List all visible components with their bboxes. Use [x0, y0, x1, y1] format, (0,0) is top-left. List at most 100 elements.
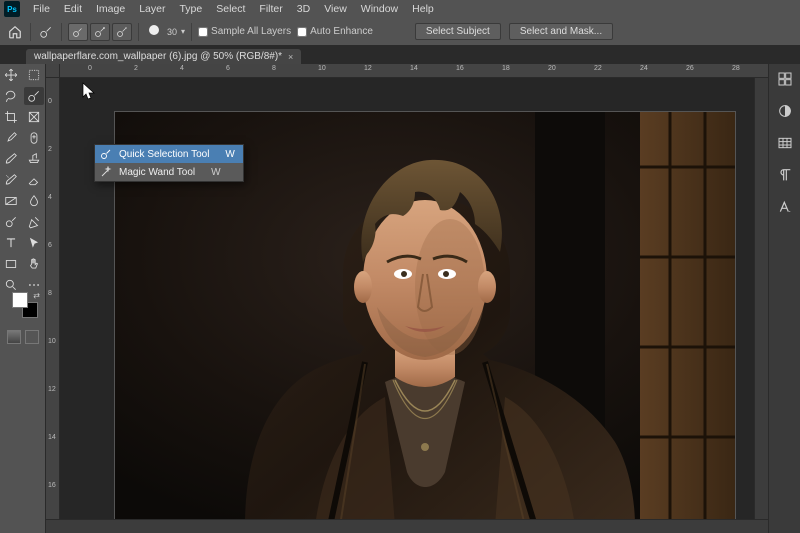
select-subject-button[interactable]: Select Subject	[415, 23, 501, 40]
document-tab-strip: wallpaperflare.com_wallpaper (6).jpg @ 5…	[0, 46, 800, 64]
ruler-vertical[interactable]: 0246810121416	[46, 78, 60, 519]
separator	[138, 23, 139, 41]
document-tab-title: wallpaperflare.com_wallpaper (6).jpg @ 5…	[34, 51, 282, 62]
tool-healing[interactable]	[24, 129, 44, 147]
scrollbar-vertical[interactable]	[754, 78, 768, 519]
foreground-color-swatch[interactable]	[12, 292, 28, 308]
menu-help[interactable]: Help	[405, 1, 441, 17]
tool-clone-stamp[interactable]	[24, 150, 44, 168]
tool-path-select[interactable]	[24, 234, 44, 252]
swap-colors-icon[interactable]: ⇄	[33, 291, 40, 300]
home-icon[interactable]	[6, 23, 24, 41]
ruler-tick-label: 14	[48, 434, 56, 441]
tool-frame[interactable]	[24, 108, 44, 126]
tool-quick-selection[interactable]	[24, 87, 44, 105]
options-bar: 30 ▾ Sample All Layers Auto Enhance Sele…	[0, 18, 800, 46]
flyout-item-quick-selection[interactable]: Quick Selection Tool W	[95, 145, 243, 163]
menu-edit[interactable]: Edit	[57, 1, 89, 17]
tool-lasso[interactable]	[1, 87, 21, 105]
ruler-tick-label: 0	[48, 98, 52, 105]
ruler-tick-label: 10	[48, 338, 56, 345]
menu-file[interactable]: File	[26, 1, 57, 17]
menu-view[interactable]: View	[317, 1, 354, 17]
menu-filter[interactable]: Filter	[252, 1, 289, 17]
brush-preset-picker[interactable]: 30 ▾	[145, 23, 185, 41]
menu-type[interactable]: Type	[172, 1, 209, 17]
tool-dodge[interactable]	[1, 213, 21, 231]
tool-crop[interactable]	[1, 108, 21, 126]
tool-eraser[interactable]	[24, 171, 44, 189]
menu-select[interactable]: Select	[209, 1, 252, 17]
mode-add-selection-button[interactable]	[90, 23, 110, 41]
quick-selection-icon	[99, 147, 113, 161]
document-tab[interactable]: wallpaperflare.com_wallpaper (6).jpg @ 5…	[26, 49, 301, 64]
menu-layer[interactable]: Layer	[132, 1, 172, 17]
ruler-tick-label: 0	[88, 65, 92, 72]
magic-wand-icon	[99, 165, 113, 179]
menu-window[interactable]: Window	[354, 1, 405, 17]
swatches-panel-icon[interactable]	[774, 132, 796, 154]
flyout-item-label: Magic Wand Tool	[119, 167, 195, 178]
sample-all-layers-checkbox[interactable]: Sample All Layers	[198, 26, 291, 37]
tool-rectangle[interactable]	[1, 255, 21, 273]
scrollbar-horizontal[interactable]	[46, 519, 768, 533]
cursor-pointer-icon	[82, 82, 96, 105]
tool-blur[interactable]	[24, 192, 44, 210]
separator	[30, 23, 31, 41]
ruler-horizontal[interactable]: 024681012141618202224262830	[46, 64, 768, 78]
ruler-tick-label: 18	[502, 65, 510, 72]
tool-pen[interactable]	[24, 213, 44, 231]
app-logo-icon: Ps	[4, 1, 20, 17]
panel-toggle-icon[interactable]	[774, 68, 796, 90]
flyout-item-magic-wand[interactable]: Magic Wand Tool W	[95, 163, 243, 181]
canvas-wrapper: 024681012141618202224262830 024681012141…	[46, 64, 768, 533]
flyout-shortcut: W	[211, 167, 220, 178]
ruler-tick-label: 6	[226, 65, 230, 72]
menu-3d[interactable]: 3D	[290, 1, 317, 17]
ruler-tick-label: 20	[548, 65, 556, 72]
chevron-down-icon: ▾	[181, 27, 185, 36]
ruler-tick-label: 2	[134, 65, 138, 72]
tool-brush[interactable]	[1, 150, 21, 168]
right-panel-rail	[768, 64, 800, 533]
brush-dot-icon	[145, 23, 163, 41]
color-swatches[interactable]: ⇄	[12, 292, 38, 318]
tool-eyedropper[interactable]	[1, 129, 21, 147]
ruler-tick-label: 6	[48, 242, 52, 249]
active-tool-icon[interactable]	[37, 23, 55, 41]
paragraph-panel-icon[interactable]	[774, 164, 796, 186]
ruler-tick-label: 2	[48, 146, 52, 153]
tool-history-brush[interactable]	[1, 171, 21, 189]
select-and-mask-button[interactable]: Select and Mask...	[509, 23, 613, 40]
close-icon[interactable]: ×	[288, 52, 293, 62]
screen-mode-icon[interactable]	[25, 330, 39, 344]
ruler-tick-label: 12	[364, 65, 372, 72]
menu-image[interactable]: Image	[89, 1, 132, 17]
ruler-tick-label: 14	[410, 65, 418, 72]
ruler-tick-label: 8	[272, 65, 276, 72]
ruler-tick-label: 16	[456, 65, 464, 72]
quick-mask-icon[interactable]	[7, 330, 21, 344]
auto-enhance-label: Auto Enhance	[310, 26, 373, 37]
separator	[191, 23, 192, 41]
ruler-tick-label: 8	[48, 290, 52, 297]
color-panel-icon[interactable]	[774, 100, 796, 122]
brush-size-value: 30	[167, 27, 177, 37]
separator	[61, 23, 62, 41]
tool-hand[interactable]	[24, 255, 44, 273]
ruler-tick-label: 10	[318, 65, 326, 72]
ruler-origin[interactable]	[46, 64, 60, 78]
tool-move[interactable]	[1, 66, 21, 84]
ruler-tick-label: 12	[48, 386, 56, 393]
auto-enhance-checkbox[interactable]: Auto Enhance	[297, 26, 373, 37]
ruler-tick-label: 28	[732, 65, 740, 72]
tool-type[interactable]	[1, 234, 21, 252]
tool-gradient[interactable]	[1, 192, 21, 210]
mode-new-selection-button[interactable]	[68, 23, 88, 41]
mode-subtract-selection-button[interactable]	[112, 23, 132, 41]
ruler-tick-label: 4	[180, 65, 184, 72]
character-panel-icon[interactable]	[774, 196, 796, 218]
flyout-item-label: Quick Selection Tool	[119, 149, 209, 160]
tool-marquee-rect[interactable]	[24, 66, 44, 84]
sample-all-layers-label: Sample All Layers	[211, 26, 291, 37]
